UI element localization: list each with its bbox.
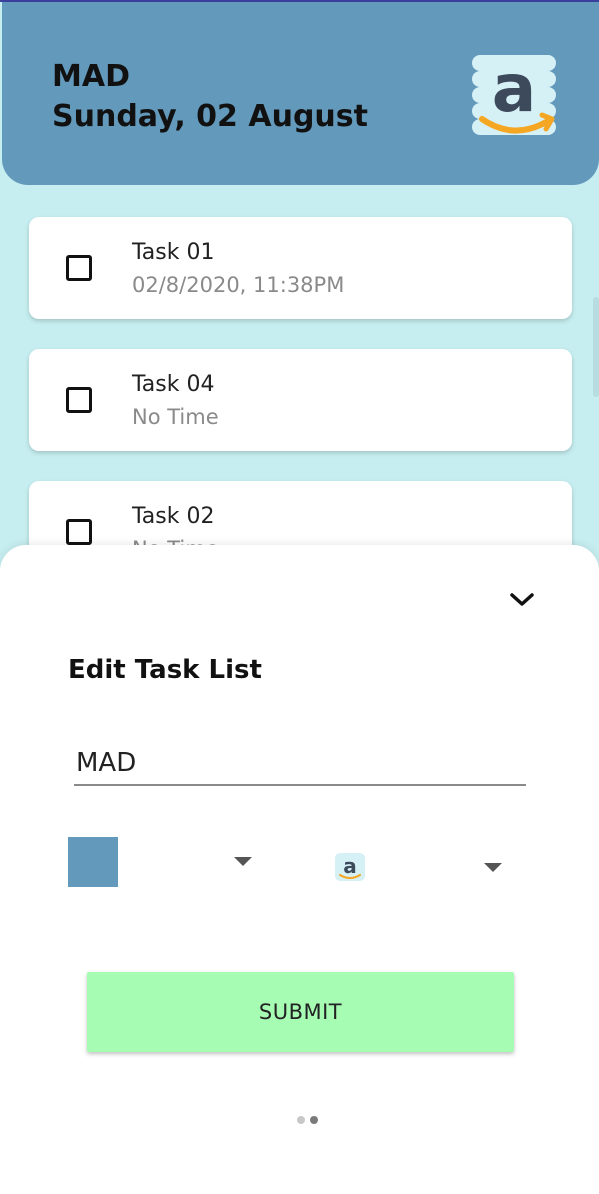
- icon-dropdown-icon[interactable]: [484, 863, 502, 872]
- submit-button[interactable]: SUBMIT: [87, 972, 514, 1052]
- task-checkbox[interactable]: [66, 519, 92, 545]
- task-time: 02/8/2020, 11:38PM: [132, 273, 345, 297]
- task-name: Task 02: [132, 504, 215, 529]
- task-name: Task 01: [132, 240, 215, 265]
- svg-text:a: a: [492, 50, 537, 127]
- list-name-input[interactable]: [74, 742, 526, 786]
- amazon-logo-icon: a: [472, 50, 556, 135]
- app-header: MAD Sunday, 02 August a: [2, 2, 599, 185]
- svg-text:a: a: [343, 854, 357, 878]
- page-dot-active: [310, 1116, 318, 1124]
- amazon-logo-icon[interactable]: a: [334, 852, 366, 882]
- color-swatch[interactable]: [68, 837, 118, 887]
- sheet-title: Edit Task List: [68, 655, 262, 685]
- task-checkbox[interactable]: [66, 387, 92, 413]
- task-name: Task 04: [132, 372, 215, 397]
- task-time: No Time: [132, 405, 219, 429]
- task-card[interactable]: Task 01 02/8/2020, 11:38PM: [29, 217, 572, 319]
- page-dot: [297, 1116, 305, 1124]
- task-checkbox[interactable]: [66, 255, 92, 281]
- scrollbar[interactable]: [593, 297, 599, 397]
- chevron-down-icon[interactable]: [505, 587, 539, 611]
- list-title: MAD: [52, 59, 130, 94]
- task-card[interactable]: Task 04 No Time: [29, 349, 572, 451]
- current-date: Sunday, 02 August: [52, 99, 368, 134]
- color-dropdown-icon[interactable]: [234, 857, 252, 866]
